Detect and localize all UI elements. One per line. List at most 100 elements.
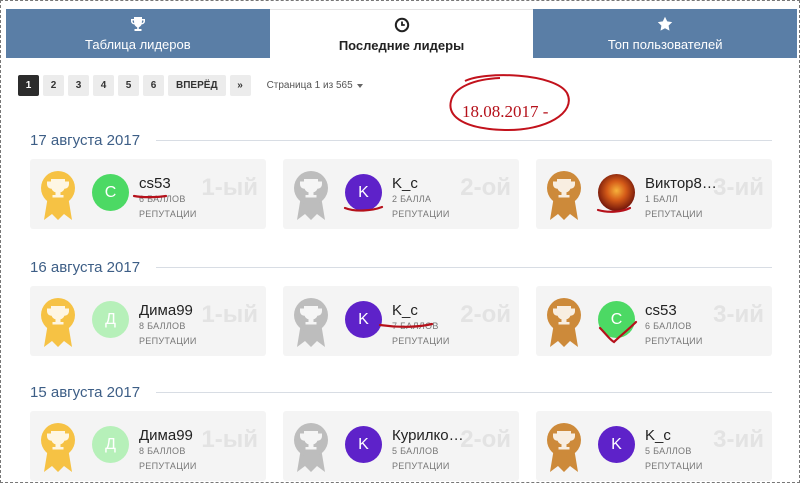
username-link[interactable]: Дима99: [139, 427, 193, 444]
tab-leaderboard-table[interactable]: Таблица лидеров: [6, 9, 270, 58]
page-jump-dropdown[interactable]: Страница 1 из 565: [267, 80, 363, 91]
medal-icon: [547, 171, 581, 220]
section-header: 16 августа 2017: [30, 258, 772, 276]
place-label: 1-ый: [201, 301, 258, 328]
leader-cards: Д Дима99 8 БАЛЛОВ РЕПУТАЦИИ 1-ый K Курил…: [30, 411, 772, 481]
leaderboard-tabs: Таблица лидеров Последние лидеры Топ пол…: [6, 9, 798, 58]
caret-down-icon: [356, 83, 363, 88]
reputation-points: 6 БАЛЛОВ: [645, 321, 692, 331]
avatar[interactable]: Д: [92, 426, 129, 463]
clock-icon: [393, 16, 411, 34]
username-link[interactable]: K_c: [392, 302, 418, 319]
annotation-text: 18.08.2017 -: [462, 102, 549, 121]
place-label: 1-ый: [201, 174, 258, 201]
place-label: 2-ой: [460, 426, 511, 453]
section-date: 15 августа 2017: [30, 383, 141, 401]
page-button-5[interactable]: 5: [118, 75, 139, 96]
reputation-label: РЕПУТАЦИИ: [645, 461, 703, 471]
avatar[interactable]: C: [92, 174, 129, 211]
place-label: 2-ой: [460, 301, 511, 328]
divider: [156, 391, 772, 393]
leader-card: Д Дима99 8 БАЛЛОВ РЕПУТАЦИИ 1-ый: [30, 286, 266, 356]
leader-cards: C cs53 6 БАЛЛОВ РЕПУТАЦИИ 1-ый K K_c 2 Б…: [30, 159, 772, 229]
reputation-label: РЕПУТАЦИИ: [392, 209, 450, 219]
reputation-label: РЕПУТАЦИИ: [392, 461, 450, 471]
username-link[interactable]: Виктор8…: [645, 175, 717, 192]
username-link[interactable]: Курилко…: [392, 427, 464, 444]
leader-card: Виктор8… 1 БАЛЛ РЕПУТАЦИИ 3-ий: [536, 159, 772, 229]
leader-card: Д Дима99 8 БАЛЛОВ РЕПУТАЦИИ 1-ый: [30, 411, 266, 481]
username-link[interactable]: cs53: [645, 302, 677, 319]
leader-cards: Д Дима99 8 БАЛЛОВ РЕПУТАЦИИ 1-ый K K_c 7…: [30, 286, 772, 356]
reputation-points: 5 БАЛЛОВ: [392, 446, 439, 456]
reputation-label: РЕПУТАЦИИ: [139, 461, 197, 471]
divider: [156, 266, 772, 268]
leaders-day-section: 16 августа 2017 Д Дима99 8 БАЛЛОВ РЕПУТА…: [30, 258, 772, 356]
leaders-day-section: 17 августа 2017 C cs53 6 БАЛЛОВ РЕПУТАЦИ…: [30, 131, 772, 229]
avatar[interactable]: K: [345, 301, 382, 338]
page-info-label: Страница 1 из 565: [266, 80, 353, 91]
username-link[interactable]: K_c: [645, 427, 671, 444]
page-button-4[interactable]: 4: [93, 75, 114, 96]
avatar[interactable]: K: [345, 174, 382, 211]
username-link[interactable]: cs53: [139, 175, 171, 192]
medal-icon: [294, 171, 328, 220]
section-date: 16 августа 2017: [30, 258, 141, 276]
reputation-points: 8 БАЛЛОВ: [139, 446, 186, 456]
place-label: 2-ой: [460, 174, 511, 201]
leader-card: C cs53 6 БАЛЛОВ РЕПУТАЦИИ 1-ый: [30, 159, 266, 229]
leader-card: C cs53 6 БАЛЛОВ РЕПУТАЦИИ 3-ий: [536, 286, 772, 356]
avatar[interactable]: K: [598, 426, 635, 463]
section-header: 15 августа 2017: [30, 383, 772, 401]
tab-recent-leaders[interactable]: Последние лидеры: [269, 9, 534, 58]
username-link[interactable]: K_c: [392, 175, 418, 192]
place-label: 3-ий: [713, 174, 764, 201]
place-label: 3-ий: [713, 426, 764, 453]
reputation-label: РЕПУТАЦИИ: [645, 209, 703, 219]
section-header: 17 августа 2017: [30, 131, 772, 149]
medal-icon: [41, 171, 75, 220]
page-button-3[interactable]: 3: [68, 75, 89, 96]
place-label: 3-ий: [713, 301, 764, 328]
last-page-button[interactable]: »: [229, 75, 251, 96]
leader-card: K K_c 5 БАЛЛОВ РЕПУТАЦИИ 3-ий: [536, 411, 772, 481]
leader-card: K K_c 7 БАЛЛОВ РЕПУТАЦИИ 2-ой: [283, 286, 519, 356]
reputation-label: РЕПУТАЦИИ: [392, 336, 450, 346]
page-button-2[interactable]: 2: [43, 75, 64, 96]
page-button-1[interactable]: 1: [18, 75, 39, 96]
medal-icon: [547, 423, 581, 472]
leaders-day-section: 15 августа 2017 Д Дима99 8 БАЛЛОВ РЕПУТА…: [30, 383, 772, 481]
next-page-button[interactable]: ВПЕРЁД: [168, 75, 226, 96]
tab-label: Топ пользователей: [607, 37, 723, 52]
reputation-label: РЕПУТАЦИИ: [645, 336, 703, 346]
medal-icon: [547, 298, 581, 347]
trophy-icon: [129, 15, 147, 33]
username-link[interactable]: Дима99: [139, 302, 193, 319]
medal-icon: [41, 423, 75, 472]
medal-icon: [294, 298, 328, 347]
reputation-points: 6 БАЛЛОВ: [139, 194, 186, 204]
section-date: 17 августа 2017: [30, 131, 141, 149]
avatar[interactable]: Д: [92, 301, 129, 338]
star-icon: [656, 15, 674, 33]
leader-card: K Курилко… 5 БАЛЛОВ РЕПУТАЦИИ 2-ой: [283, 411, 519, 481]
place-label: 1-ый: [201, 426, 258, 453]
reputation-points: 1 БАЛЛ: [645, 194, 679, 204]
pagination: 1 2 3 4 5 6 ВПЕРЁД » Страница 1 из 565: [18, 75, 363, 96]
avatar[interactable]: K: [345, 426, 382, 463]
reputation-points: 5 БАЛЛОВ: [645, 446, 692, 456]
avatar[interactable]: C: [598, 301, 635, 338]
leader-card: K K_c 2 БАЛЛА РЕПУТАЦИИ 2-ой: [283, 159, 519, 229]
medal-icon: [294, 423, 328, 472]
reputation-points: 7 БАЛЛОВ: [392, 321, 439, 331]
tab-label: Последние лидеры: [338, 37, 465, 53]
avatar[interactable]: [598, 174, 635, 211]
divider: [156, 139, 772, 141]
page-button-6[interactable]: 6: [143, 75, 164, 96]
reputation-label: РЕПУТАЦИИ: [139, 336, 197, 346]
medal-icon: [41, 298, 75, 347]
tab-top-users[interactable]: Топ пользователей: [533, 9, 798, 58]
tab-label: Таблица лидеров: [85, 37, 191, 52]
reputation-points: 8 БАЛЛОВ: [139, 321, 186, 331]
reputation-label: РЕПУТАЦИИ: [139, 209, 197, 219]
